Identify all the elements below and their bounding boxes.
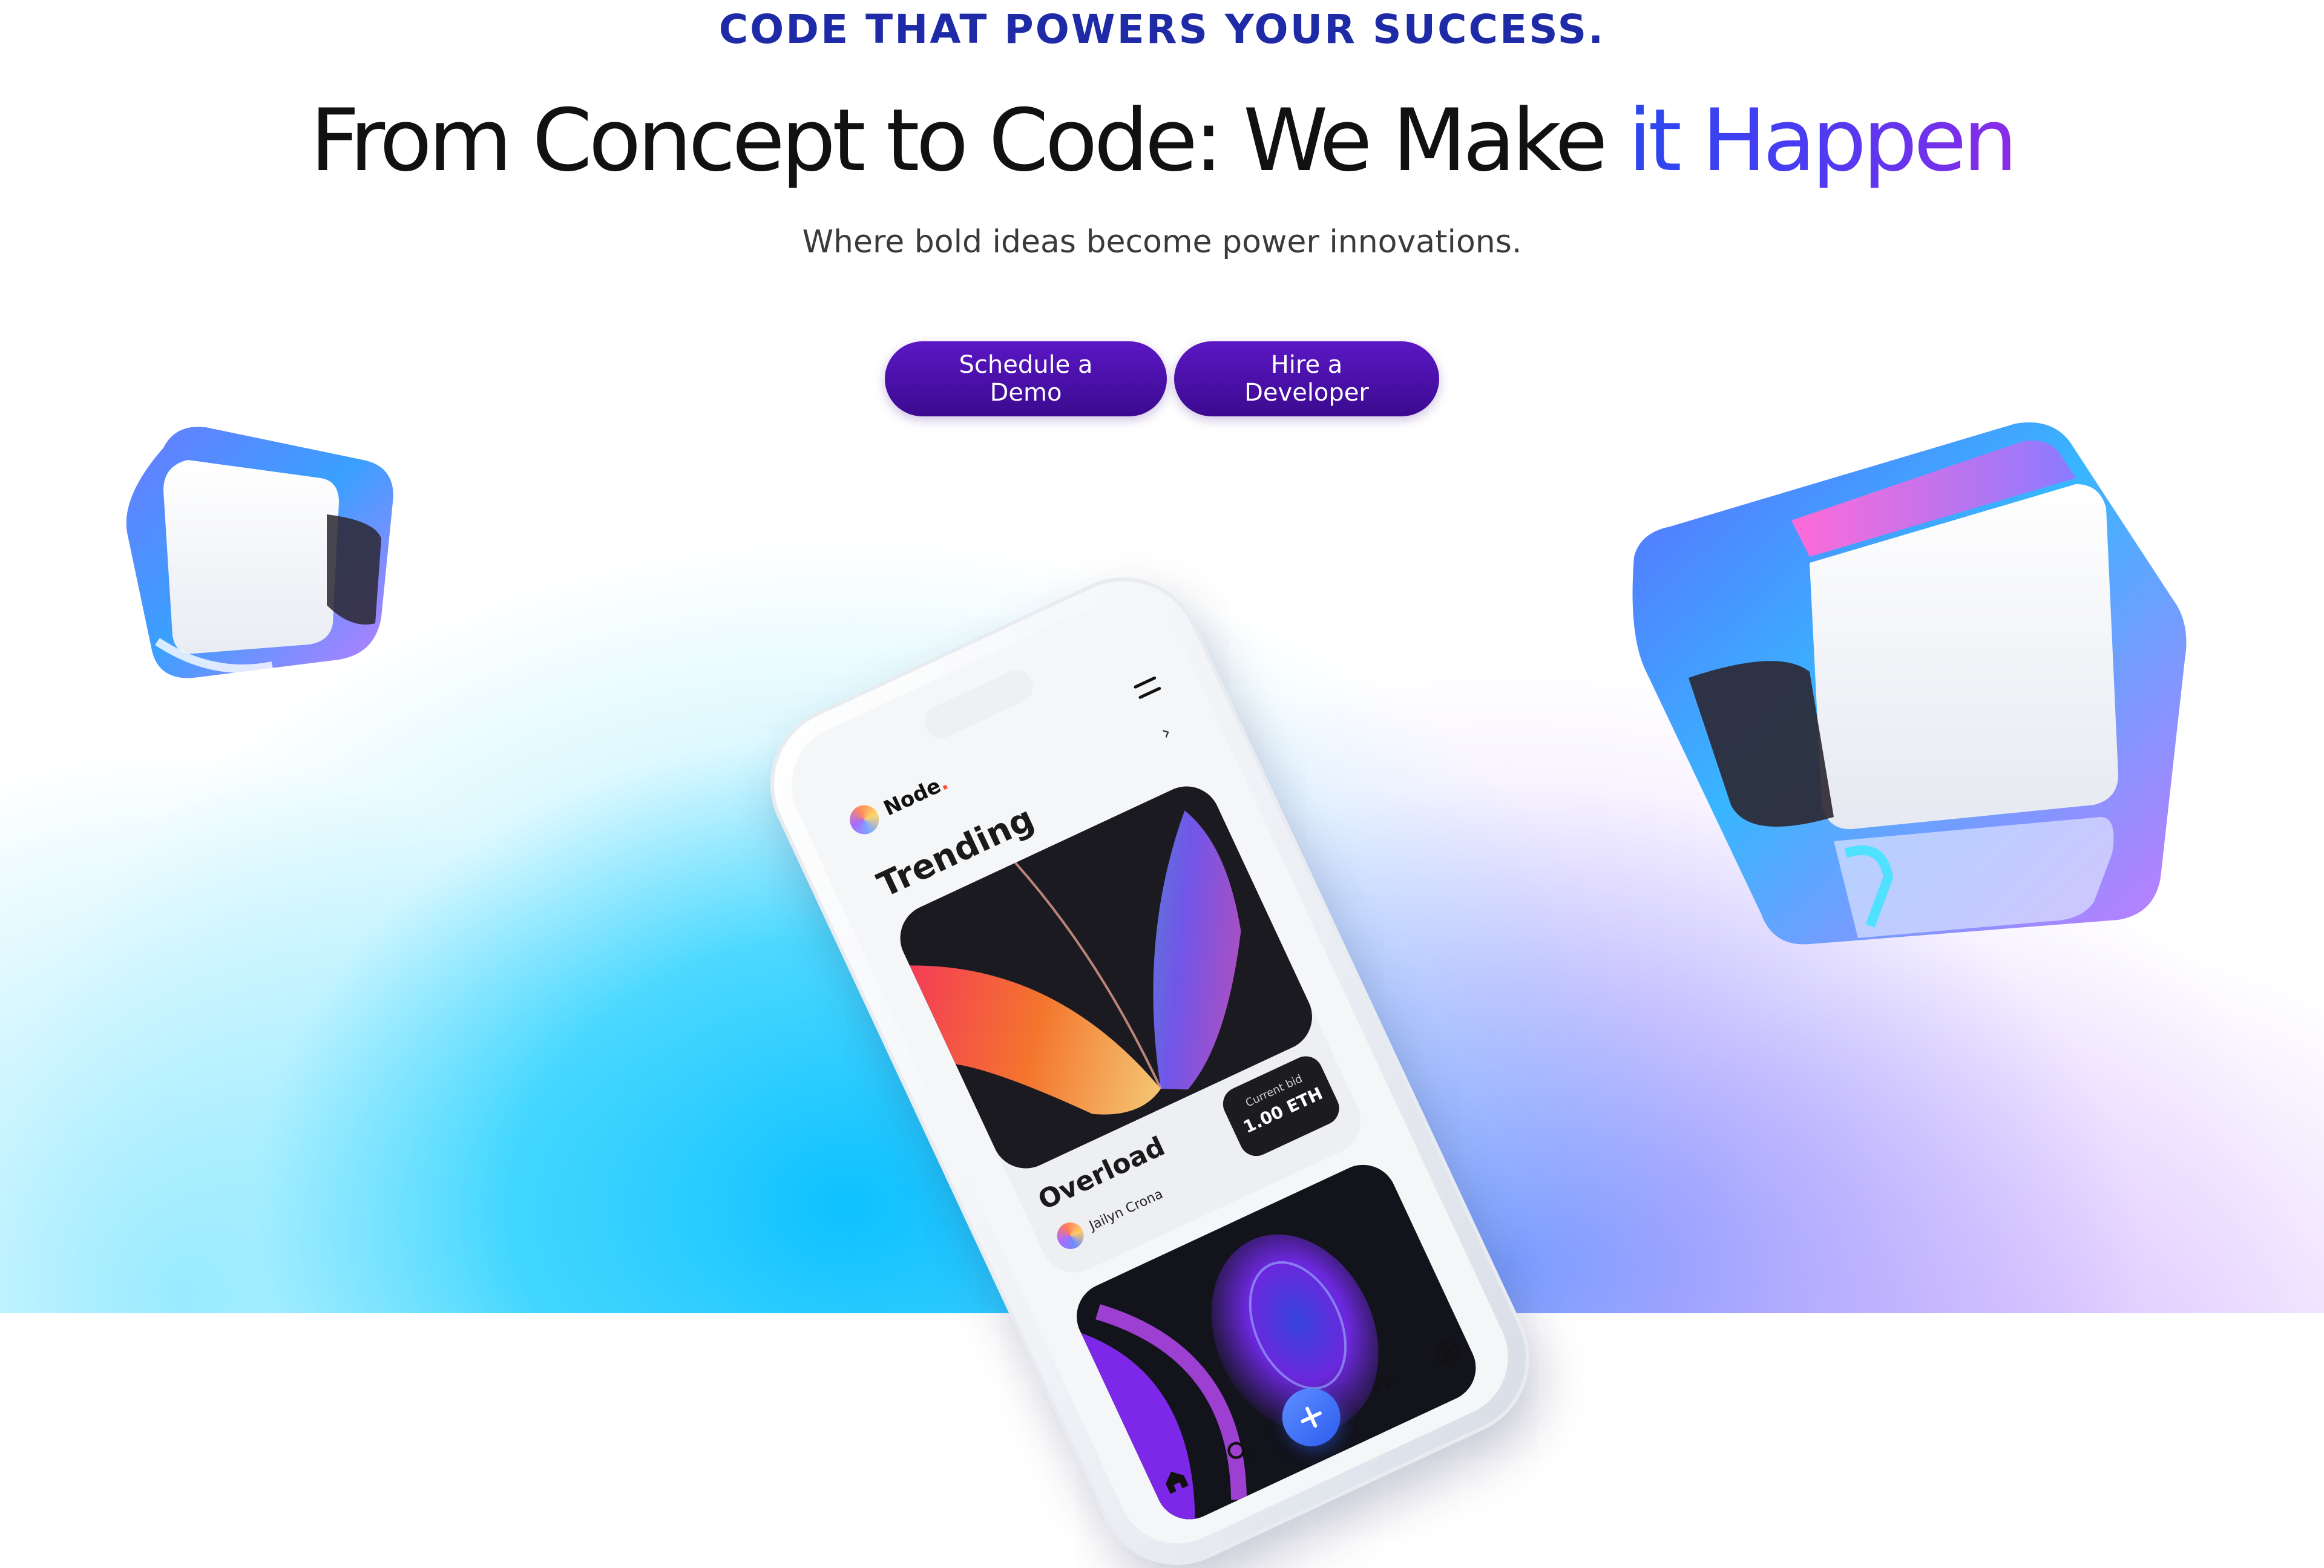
chevron-right-icon[interactable]: ›	[1157, 720, 1175, 745]
cta-button-group: Schedule a Demo Hire a Developer	[885, 341, 1439, 416]
brand-text: Node	[880, 773, 945, 821]
avatar	[1052, 1218, 1088, 1254]
schedule-demo-button[interactable]: Schedule a Demo	[885, 341, 1167, 416]
profile-icon[interactable]	[1423, 1330, 1472, 1378]
headline-accent-text: it Happen	[1627, 91, 2018, 191]
hero-headline: From Concept to Code: We Make it Happen	[0, 91, 2324, 191]
home-icon[interactable]	[1151, 1457, 1200, 1505]
glass-cube-left-illustration	[126, 427, 393, 678]
plus-icon[interactable]	[1272, 1379, 1350, 1456]
app-logo[interactable]: Node.	[845, 768, 953, 839]
search-icon[interactable]	[1214, 1427, 1262, 1475]
hire-developer-button[interactable]: Hire a Developer	[1174, 341, 1439, 416]
app-brand-name: Node.	[880, 770, 952, 821]
hero-eyebrow: CODE THAT POWERS YOUR SUCCESS.	[718, 6, 1606, 53]
node-logo-icon	[845, 800, 884, 839]
hero-subheading: Where bold ideas become power innovation…	[802, 224, 1522, 260]
glass-cube-right-illustration	[1632, 422, 2187, 945]
creator-name: Jailyn Crona	[1086, 1186, 1166, 1234]
hamburger-menu-icon[interactable]	[1133, 676, 1162, 700]
headline-plain-text: From Concept to Code: We Make	[310, 91, 1628, 191]
activity-icon[interactable]	[1360, 1359, 1408, 1408]
